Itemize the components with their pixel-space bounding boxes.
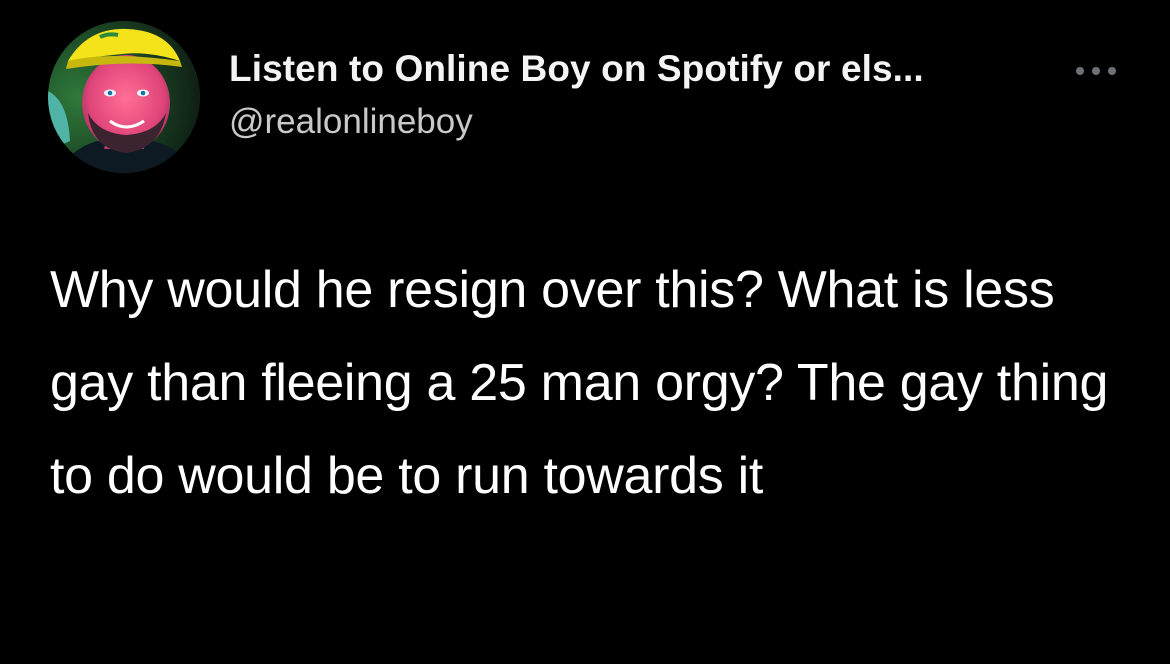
tweet-body-text: Why would he resign over this? What is l… (50, 261, 1109, 505)
author-handle[interactable]: @realonlineboy (229, 102, 473, 142)
avatar-image (48, 21, 200, 173)
tweet-card: Listen to Online Boy on Spotify or els..… (0, 0, 1170, 664)
more-horizontal-icon (1076, 67, 1116, 75)
author-display-name[interactable]: Listen to Online Boy on Spotify or els..… (229, 48, 924, 90)
author-avatar[interactable] (48, 21, 200, 173)
more-options-button[interactable] (1072, 58, 1120, 84)
